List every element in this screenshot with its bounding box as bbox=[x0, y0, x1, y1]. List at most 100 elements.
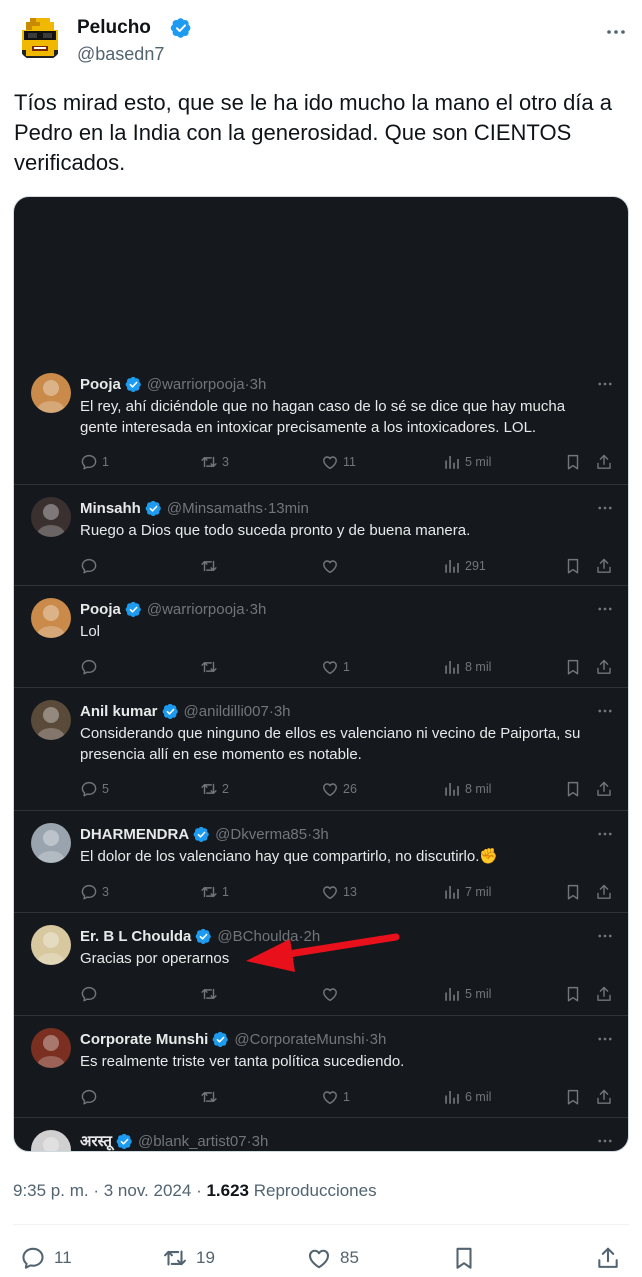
views-action[interactable]: 6 mil bbox=[443, 1087, 491, 1107]
more-options-icon[interactable] bbox=[596, 600, 614, 618]
share-button[interactable] bbox=[595, 1243, 629, 1273]
like-button[interactable]: 85 bbox=[306, 1243, 359, 1273]
bookmark-action[interactable] bbox=[564, 882, 586, 902]
bookmark-action[interactable] bbox=[564, 779, 586, 799]
retweet-action[interactable] bbox=[200, 1087, 222, 1107]
reply-action[interactable]: 1 bbox=[80, 452, 109, 472]
embedded-reply[interactable]: Minsahh @Minsamaths · 13min Ruego a Dios q… bbox=[14, 485, 628, 586]
embedded-reply[interactable]: Anil kumar @anildilli007 · 3h Considerando… bbox=[14, 688, 628, 811]
embedded-reply[interactable]: Pooja @warriorpooja · 3h El rey, ahí dicié… bbox=[14, 361, 628, 485]
reply-author-name[interactable]: Er. B L Choulda bbox=[80, 928, 191, 945]
reply-author-name[interactable]: DHARMENDRA bbox=[80, 826, 189, 843]
more-options-icon[interactable] bbox=[596, 499, 614, 517]
reply-avatar[interactable] bbox=[31, 497, 71, 537]
embedded-screenshot[interactable]: Md Wasique Alam@wasique35 · 2hEs interes… bbox=[13, 196, 629, 1152]
reply-avatar[interactable] bbox=[31, 823, 71, 863]
reply-author-name[interactable]: Pooja bbox=[80, 601, 121, 618]
reply-author-handle[interactable]: @blank_artist07 bbox=[138, 1133, 247, 1150]
reply-avatar[interactable] bbox=[31, 373, 71, 413]
bookmark-action[interactable] bbox=[564, 657, 586, 677]
reply-action[interactable] bbox=[80, 556, 102, 576]
more-options-icon[interactable] bbox=[604, 20, 628, 44]
share-action[interactable] bbox=[595, 984, 617, 1004]
views-action[interactable]: 5 mil bbox=[443, 452, 491, 472]
reply-action[interactable]: 5 bbox=[80, 779, 109, 799]
reply-time[interactable]: 3h bbox=[252, 1133, 269, 1150]
more-options-icon[interactable] bbox=[596, 927, 614, 945]
share-action[interactable] bbox=[595, 882, 617, 902]
reply-time[interactable]: 3h bbox=[274, 703, 291, 720]
retweet-button[interactable]: 19 bbox=[162, 1243, 215, 1273]
reply-author-handle[interactable]: @Minsamaths bbox=[167, 500, 263, 517]
share-action[interactable] bbox=[595, 556, 617, 576]
views-action[interactable]: 8 mil bbox=[443, 657, 491, 677]
reply-author-handle[interactable]: @CorporateMunshi bbox=[234, 1031, 364, 1048]
views-action[interactable]: 291 bbox=[443, 556, 486, 576]
reply-avatar[interactable] bbox=[31, 925, 71, 965]
reply-avatar[interactable] bbox=[31, 1130, 71, 1151]
reply-time[interactable]: 3h bbox=[312, 826, 329, 843]
reply-author-name[interactable]: Corporate Munshi bbox=[80, 1031, 208, 1048]
views-action[interactable]: 5 mil bbox=[443, 984, 491, 1004]
reply-action[interactable] bbox=[80, 984, 102, 1004]
reply-avatar[interactable] bbox=[31, 1028, 71, 1068]
like-action[interactable]: 26 bbox=[321, 779, 357, 799]
reply-button[interactable]: 11 bbox=[20, 1243, 72, 1273]
retweet-action[interactable]: 2 bbox=[200, 779, 229, 799]
reply-author-handle[interactable]: @Dkverma85 bbox=[215, 826, 307, 843]
reply-author-name[interactable]: Minsahh bbox=[80, 500, 141, 517]
reply-author-handle[interactable]: @warriorpooja bbox=[147, 376, 245, 393]
bookmark-action[interactable] bbox=[564, 984, 586, 1004]
embedded-reply[interactable]: Pooja @warriorpooja · 3h Lol 1 8 mil bbox=[14, 586, 628, 688]
reply-author-name[interactable]: अरस्तू bbox=[80, 1131, 112, 1151]
bookmark-action[interactable] bbox=[564, 1087, 586, 1107]
author-handle[interactable]: @basedn7 bbox=[77, 44, 164, 65]
like-action[interactable]: 1 bbox=[321, 1087, 350, 1107]
views-action[interactable]: 8 mil bbox=[443, 779, 491, 799]
reply-time[interactable]: 3h bbox=[250, 601, 267, 618]
reply-time[interactable]: 3h bbox=[250, 376, 267, 393]
retweet-action[interactable]: 3 bbox=[200, 452, 229, 472]
embedded-reply[interactable]: DHARMENDRA @Dkverma85 · 3h El dolor de los… bbox=[14, 811, 628, 913]
reply-action[interactable] bbox=[80, 1087, 102, 1107]
author-name[interactable]: Pelucho bbox=[77, 17, 151, 39]
like-action[interactable]: 1 bbox=[321, 657, 350, 677]
reply-author-handle[interactable]: @warriorpooja bbox=[147, 601, 245, 618]
more-options-icon[interactable] bbox=[596, 1132, 614, 1150]
share-action[interactable] bbox=[595, 779, 617, 799]
retweet-action[interactable]: 1 bbox=[200, 882, 229, 902]
share-action[interactable] bbox=[595, 1087, 617, 1107]
tweet-date[interactable]: 3 nov. 2024 bbox=[104, 1181, 192, 1200]
reply-time[interactable]: 13min bbox=[268, 500, 309, 517]
embedded-reply[interactable]: Corporate Munshi @CorporateMunshi · 3h Es … bbox=[14, 1016, 628, 1118]
embedded-reply[interactable]: अरस्तू @blank_artist07 · 3h bbox=[14, 1118, 629, 1151]
bookmark-button[interactable] bbox=[451, 1243, 485, 1273]
author-avatar[interactable] bbox=[16, 14, 64, 62]
more-options-icon[interactable] bbox=[596, 702, 614, 720]
embedded-reply[interactable]: Er. B L Choulda @BChoulda · 2h Gracias por… bbox=[14, 913, 628, 1016]
more-options-icon[interactable] bbox=[596, 375, 614, 393]
reply-action[interactable]: 3 bbox=[80, 882, 109, 902]
retweet-action[interactable] bbox=[200, 556, 222, 576]
reply-time[interactable]: 3h bbox=[370, 1031, 387, 1048]
more-options-icon[interactable] bbox=[596, 825, 614, 843]
tweet-time[interactable]: 9:35 p. m. bbox=[13, 1181, 89, 1200]
views-action[interactable]: 7 mil bbox=[443, 882, 491, 902]
share-action[interactable] bbox=[595, 452, 617, 472]
bookmark-action[interactable] bbox=[564, 452, 586, 472]
like-action[interactable] bbox=[321, 984, 343, 1004]
bookmark-action[interactable] bbox=[564, 556, 586, 576]
reply-author-name[interactable]: Pooja bbox=[80, 376, 121, 393]
reply-author-handle[interactable]: @BChoulda bbox=[217, 928, 298, 945]
retweet-action[interactable] bbox=[200, 657, 222, 677]
more-options-icon[interactable] bbox=[596, 1030, 614, 1048]
reply-avatar[interactable] bbox=[31, 598, 71, 638]
reply-author-handle[interactable]: @anildilli007 bbox=[184, 703, 269, 720]
reply-author-name[interactable]: Anil kumar bbox=[80, 703, 158, 720]
share-action[interactable] bbox=[595, 657, 617, 677]
like-action[interactable]: 11 bbox=[321, 452, 356, 472]
retweet-action[interactable] bbox=[200, 984, 222, 1004]
reply-time[interactable]: 2h bbox=[304, 928, 321, 945]
like-action[interactable]: 13 bbox=[321, 882, 357, 902]
reply-avatar[interactable] bbox=[31, 700, 71, 740]
